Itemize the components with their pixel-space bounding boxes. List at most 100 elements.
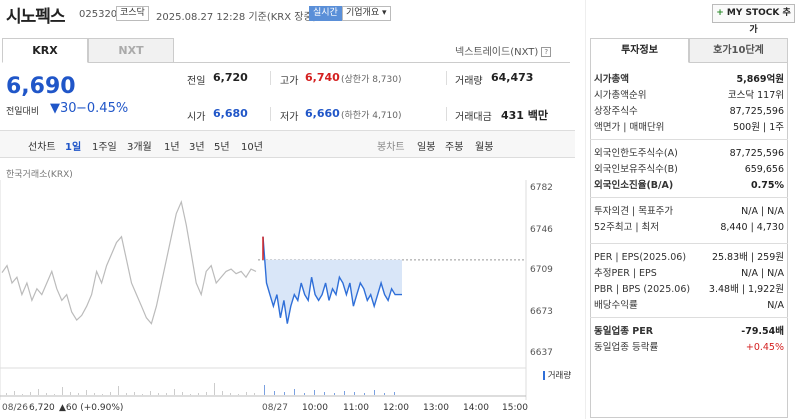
volume-bar bbox=[384, 393, 385, 395]
volume-bar bbox=[294, 389, 295, 395]
change-value: ▼30 bbox=[50, 101, 77, 116]
high-label: 고가 bbox=[280, 76, 299, 87]
period-5y[interactable]: 5년 bbox=[214, 138, 230, 153]
investment-value: 87,725,596 bbox=[729, 148, 784, 159]
change-pct: −0.45% bbox=[76, 101, 129, 116]
period-1y[interactable]: 1년 bbox=[164, 138, 180, 153]
volume-bar bbox=[344, 391, 345, 395]
investment-row: 상장주식수 87,725,596 bbox=[594, 105, 784, 119]
x-tick: 15:00 bbox=[502, 403, 528, 413]
tab-orderbook[interactable]: 호가10단계 bbox=[689, 38, 788, 63]
next-trade-text: 넥스트레이드(NXT) bbox=[455, 47, 539, 58]
period-3m[interactable]: 3개월 bbox=[127, 138, 152, 153]
volume-bar bbox=[222, 391, 223, 395]
help-icon[interactable]: ? bbox=[541, 47, 552, 57]
volume-legend: 거래량 bbox=[543, 369, 571, 381]
tab-investment-info[interactable]: 투자정보 bbox=[590, 38, 689, 63]
volume-bar bbox=[264, 385, 265, 395]
volume-bar bbox=[22, 394, 23, 395]
investment-row: 추정PER | EPS N/A | N/A bbox=[594, 267, 784, 281]
period-3y[interactable]: 3년 bbox=[189, 138, 205, 153]
volume-bar bbox=[182, 392, 183, 395]
volume-bar bbox=[364, 393, 365, 395]
volume-bar bbox=[314, 390, 315, 395]
separator bbox=[0, 157, 575, 158]
investment-key: PER | EPS(2025.06) bbox=[594, 252, 687, 263]
prev-price: 6,720 bbox=[29, 403, 55, 413]
volume-bar bbox=[94, 393, 95, 395]
tab-krx[interactable]: KRX bbox=[2, 38, 88, 63]
volume-legend-text: 거래량 bbox=[547, 371, 572, 381]
prev-label: 전일 bbox=[187, 76, 206, 87]
separator bbox=[590, 197, 788, 198]
mystock-add-button[interactable]: + MY STOCK 추가 bbox=[712, 4, 795, 35]
candle-week[interactable]: 주봉 bbox=[445, 138, 463, 153]
investment-value: N/A | N/A bbox=[741, 268, 784, 279]
period-1d[interactable]: 1일 bbox=[65, 138, 81, 153]
volume-bar bbox=[150, 391, 151, 395]
x-tick: 11:00 bbox=[343, 403, 369, 413]
open-value: 6,680 bbox=[213, 107, 248, 120]
volume-bar bbox=[214, 383, 215, 395]
volume-bar bbox=[304, 393, 305, 395]
investment-value: N/A bbox=[767, 300, 784, 311]
candle-day[interactable]: 일봉 bbox=[417, 138, 435, 153]
low-value: 6,660 bbox=[305, 107, 340, 120]
low-label: 저가 bbox=[280, 112, 299, 123]
investment-row: 외국인소진율(B/A) 0.75% bbox=[594, 179, 784, 193]
stock-code: 025320 bbox=[79, 9, 118, 20]
volume-bar bbox=[30, 392, 31, 395]
investment-value: 5,869억원 bbox=[736, 74, 784, 85]
investment-row: 시가총액순위 코스닥 117위 bbox=[594, 89, 784, 103]
y-tick: 6637 bbox=[530, 348, 553, 358]
prev-day-line bbox=[1, 199, 257, 325]
amount-label: 거래대금 bbox=[455, 112, 492, 123]
volume-bar bbox=[142, 394, 143, 395]
lower-limit: (하한가 4,710) bbox=[341, 111, 402, 121]
investment-row: PBR | BPS (2025.06) 3.48배 | 1,922원 bbox=[594, 283, 784, 297]
volume-bar bbox=[126, 393, 127, 395]
candle-chart-label: 봉차트 bbox=[377, 142, 405, 153]
volume-bar bbox=[174, 389, 175, 395]
investment-key: 외국인한도주식수(A) bbox=[594, 148, 678, 159]
investment-key: 시가총액 bbox=[594, 74, 629, 85]
current-price: 6,690 bbox=[6, 74, 76, 99]
investment-value: 659,656 bbox=[744, 164, 784, 175]
investment-row: 시가총액 5,869억원 bbox=[594, 73, 784, 87]
next-trade-label[interactable]: 넥스트레이드(NXT)? bbox=[455, 43, 552, 58]
divider bbox=[270, 107, 271, 121]
investment-key: 배당수익률 bbox=[594, 300, 638, 311]
period-10y[interactable]: 10년 bbox=[241, 138, 263, 153]
separator bbox=[590, 317, 788, 318]
volume-bar bbox=[246, 392, 247, 395]
volume-bar bbox=[134, 392, 135, 395]
prev-value: 6,720 bbox=[213, 71, 248, 84]
tab-nxt[interactable]: NXT bbox=[88, 38, 174, 63]
volume-bar bbox=[374, 390, 375, 395]
realtime-badge[interactable]: 실시간 bbox=[309, 6, 342, 21]
investment-key: 시가총액순위 bbox=[594, 90, 647, 101]
investment-row: 동일업종 등락률 +0.45% bbox=[594, 341, 784, 355]
investment-key: 외국인보유주식수(B) bbox=[594, 164, 678, 175]
investment-key: 액면가 | 매매단위 bbox=[594, 122, 665, 133]
investment-value: 0.75% bbox=[751, 180, 784, 191]
investment-row: 외국인보유주식수(B) 659,656 bbox=[594, 163, 784, 177]
period-1w[interactable]: 1주일 bbox=[92, 138, 117, 153]
volume-bar bbox=[274, 391, 275, 395]
x-tick: 12:00 bbox=[383, 403, 409, 413]
divider bbox=[446, 107, 447, 121]
volume-bar bbox=[158, 393, 159, 395]
volume-bar bbox=[354, 392, 355, 395]
volume-bar bbox=[190, 394, 191, 395]
company-info-button[interactable]: 기업개요 ▾ bbox=[342, 6, 391, 21]
candle-month[interactable]: 월봉 bbox=[475, 138, 493, 153]
price-chart[interactable] bbox=[0, 180, 530, 400]
prev-date: 08/26 bbox=[2, 403, 28, 413]
investment-row: 외국인한도주식수(A) 87,725,596 bbox=[594, 147, 784, 161]
volume-bar bbox=[394, 392, 395, 395]
investment-key: PBR | BPS (2025.06) bbox=[594, 284, 691, 295]
volume-label: 거래량 bbox=[455, 76, 483, 87]
volume-bar bbox=[78, 393, 79, 395]
volume-bar bbox=[46, 393, 47, 395]
investment-row: 배당수익률 N/A bbox=[594, 299, 784, 313]
